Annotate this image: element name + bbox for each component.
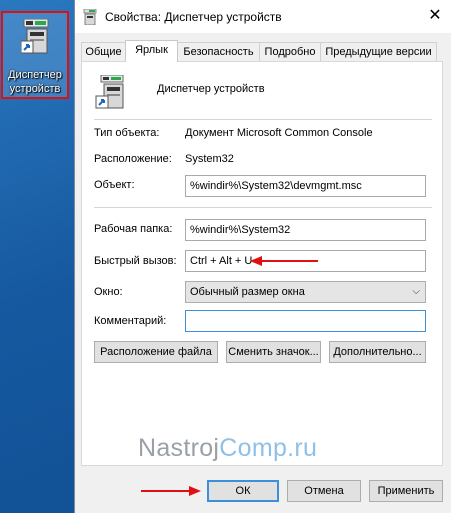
tab-details[interactable]: Подробно [259, 42, 321, 61]
start-in-field[interactable]: %windir%\System32 [185, 219, 426, 241]
device-manager-icon [95, 75, 124, 109]
run-label: Окно: [94, 286, 123, 298]
change-icon-button[interactable]: Сменить значок... [226, 341, 321, 363]
chevron-down-icon: ⌵ [412, 286, 420, 297]
tab-general[interactable]: Общие [81, 42, 126, 61]
open-file-location-button[interactable]: Расположение файла [94, 341, 218, 363]
watermark-part1: Nastroj [138, 434, 220, 462]
shortcut-name: Диспетчер устройств [157, 83, 265, 95]
separator [94, 119, 432, 120]
run-select[interactable]: Обычный размер окна ⌵ [185, 281, 426, 303]
apply-button[interactable]: Применить [369, 480, 443, 502]
close-button[interactable]: ✕ [421, 3, 449, 29]
desktop-label-line1: Диспетчер [8, 69, 62, 81]
title-bar[interactable]: Свойства: Диспетчер устройств ✕ [75, 0, 451, 33]
shortcut-tab-panel: Диспетчер устройств Тип объекта: Докумен… [81, 61, 443, 466]
watermark-part2: Comp.ru [219, 434, 318, 462]
run-select-value: Обычный размер окна [190, 286, 305, 298]
properties-window: Свойства: Диспетчер устройств ✕ Общие Яр… [74, 0, 451, 513]
comment-field[interactable] [185, 310, 426, 332]
target-location-value: System32 [185, 153, 234, 165]
comment-label: Комментарий: [94, 315, 167, 327]
dialog-client-area: Общие Ярлык Безопасность Подробно Предыд… [75, 33, 451, 513]
red-arrow-right-icon [141, 486, 201, 496]
device-manager-icon [83, 9, 97, 25]
window-title: Свойства: Диспетчер устройств [105, 10, 282, 24]
tab-security[interactable]: Безопасность [177, 42, 260, 61]
target-field[interactable]: %windir%\System32\devmgmt.msc [185, 175, 426, 197]
device-manager-icon [21, 19, 49, 54]
advanced-button[interactable]: Дополнительно... [329, 341, 426, 363]
target-location-label: Расположение: [94, 153, 172, 165]
target-type-label: Тип объекта: [94, 127, 160, 139]
desktop-shortcut-device-manager[interactable]: Диспетчер устройств [1, 11, 69, 99]
cancel-button[interactable]: Отмена [287, 480, 361, 502]
separator [94, 207, 432, 208]
target-label: Объект: [94, 179, 135, 191]
target-type-value: Документ Microsoft Common Console [185, 127, 373, 139]
ok-button[interactable]: ОК [207, 480, 279, 502]
red-arrow-left-icon [250, 256, 318, 266]
watermark: NastrojComp.ru [138, 434, 317, 463]
desktop-shortcut-label: Диспетчер устройств [3, 68, 67, 96]
desktop-label-line2: устройств [9, 83, 61, 95]
hotkey-label: Быстрый вызов: [94, 255, 177, 267]
tab-shortcut[interactable]: Ярлык [125, 40, 178, 62]
tab-previous-versions[interactable]: Предыдущие версии [320, 42, 437, 61]
start-in-label: Рабочая папка: [94, 223, 173, 235]
